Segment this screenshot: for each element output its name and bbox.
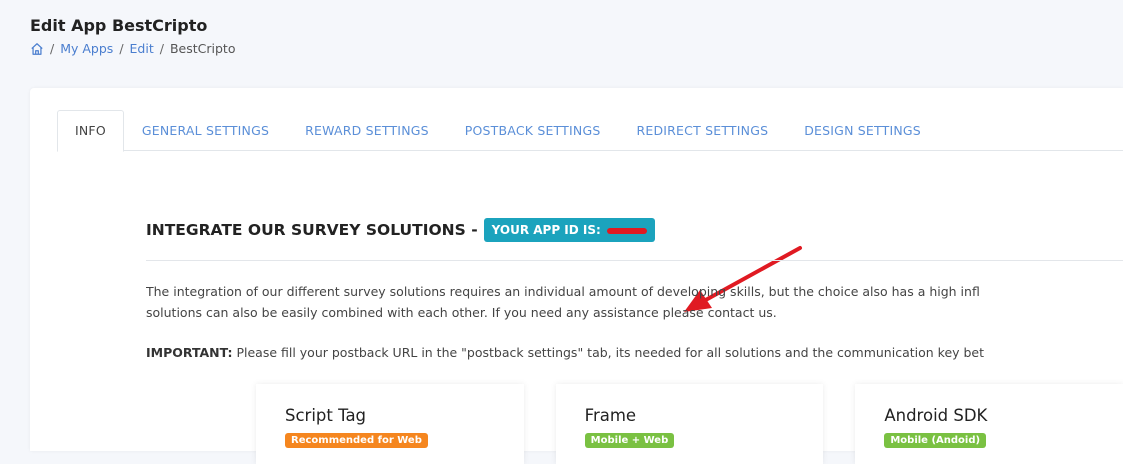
tab-redirect-settings[interactable]: REDIRECT SETTINGS xyxy=(618,110,786,150)
tab-reward-settings[interactable]: REWARD SETTINGS xyxy=(287,110,447,150)
important-text: Please fill your postback URL in the "po… xyxy=(232,345,985,360)
breadcrumb-separator: / xyxy=(119,41,124,56)
intro-line-1: The integration of our different survey … xyxy=(146,284,980,299)
app-id-label: YOUR APP ID IS: xyxy=(491,223,601,237)
tab-bar: INFO GENERAL SETTINGS REWARD SETTINGS PO… xyxy=(57,110,1123,152)
breadcrumb-current: BestCripto xyxy=(169,41,236,56)
solution-badge: Recommended for Web xyxy=(285,433,428,448)
tab-design-settings[interactable]: DESIGN SETTINGS xyxy=(786,110,939,150)
section-title: INTEGRATE OUR SURVEY SOLUTIONS - YOUR AP… xyxy=(146,218,656,242)
solution-badge: Mobile (Andoid) xyxy=(884,433,987,448)
important-label: IMPORTANT: xyxy=(146,345,233,360)
redacted-app-id xyxy=(607,227,648,234)
solutions-row: Script Tag Recommended for Web Frame Mob… xyxy=(256,384,1123,464)
app-id-badge: YOUR APP ID IS: xyxy=(483,218,656,242)
solution-card-frame[interactable]: Frame Mobile + Web xyxy=(555,384,824,464)
intro-line-2: solutions can also be easily combined wi… xyxy=(146,305,777,320)
solution-title: Android SDK xyxy=(884,406,988,425)
tab-info[interactable]: INFO xyxy=(57,110,124,152)
section-title-text: INTEGRATE OUR SURVEY SOLUTIONS - xyxy=(146,221,478,239)
solution-badge: Mobile + Web xyxy=(584,433,675,448)
page-header: Edit App BestCripto / My Apps / Edit / B… xyxy=(30,16,235,56)
intro-paragraph: The integration of our different survey … xyxy=(146,281,1106,323)
solution-card-script-tag[interactable]: Script Tag Recommended for Web xyxy=(256,384,524,464)
breadcrumb-separator: / xyxy=(50,41,55,56)
solution-title: Script Tag xyxy=(285,406,367,425)
divider xyxy=(146,260,1123,261)
breadcrumb: / My Apps / Edit / BestCripto xyxy=(30,41,235,56)
main-card: INFO GENERAL SETTINGS REWARD SETTINGS PO… xyxy=(30,88,1123,464)
home-icon[interactable] xyxy=(30,42,44,56)
page-title: Edit App BestCripto xyxy=(30,16,208,35)
breadcrumb-my-apps[interactable]: My Apps xyxy=(60,41,113,56)
breadcrumb-edit[interactable]: Edit xyxy=(130,41,154,56)
solution-card-android-sdk[interactable]: Android SDK Mobile (Andoid) xyxy=(855,384,1123,464)
solution-title: Frame xyxy=(584,406,637,425)
tab-postback-settings[interactable]: POSTBACK SETTINGS xyxy=(447,110,619,150)
important-note: IMPORTANT: Please fill your postback URL… xyxy=(146,345,1106,360)
tab-general-settings[interactable]: GENERAL SETTINGS xyxy=(124,110,287,150)
breadcrumb-separator: / xyxy=(159,41,164,56)
